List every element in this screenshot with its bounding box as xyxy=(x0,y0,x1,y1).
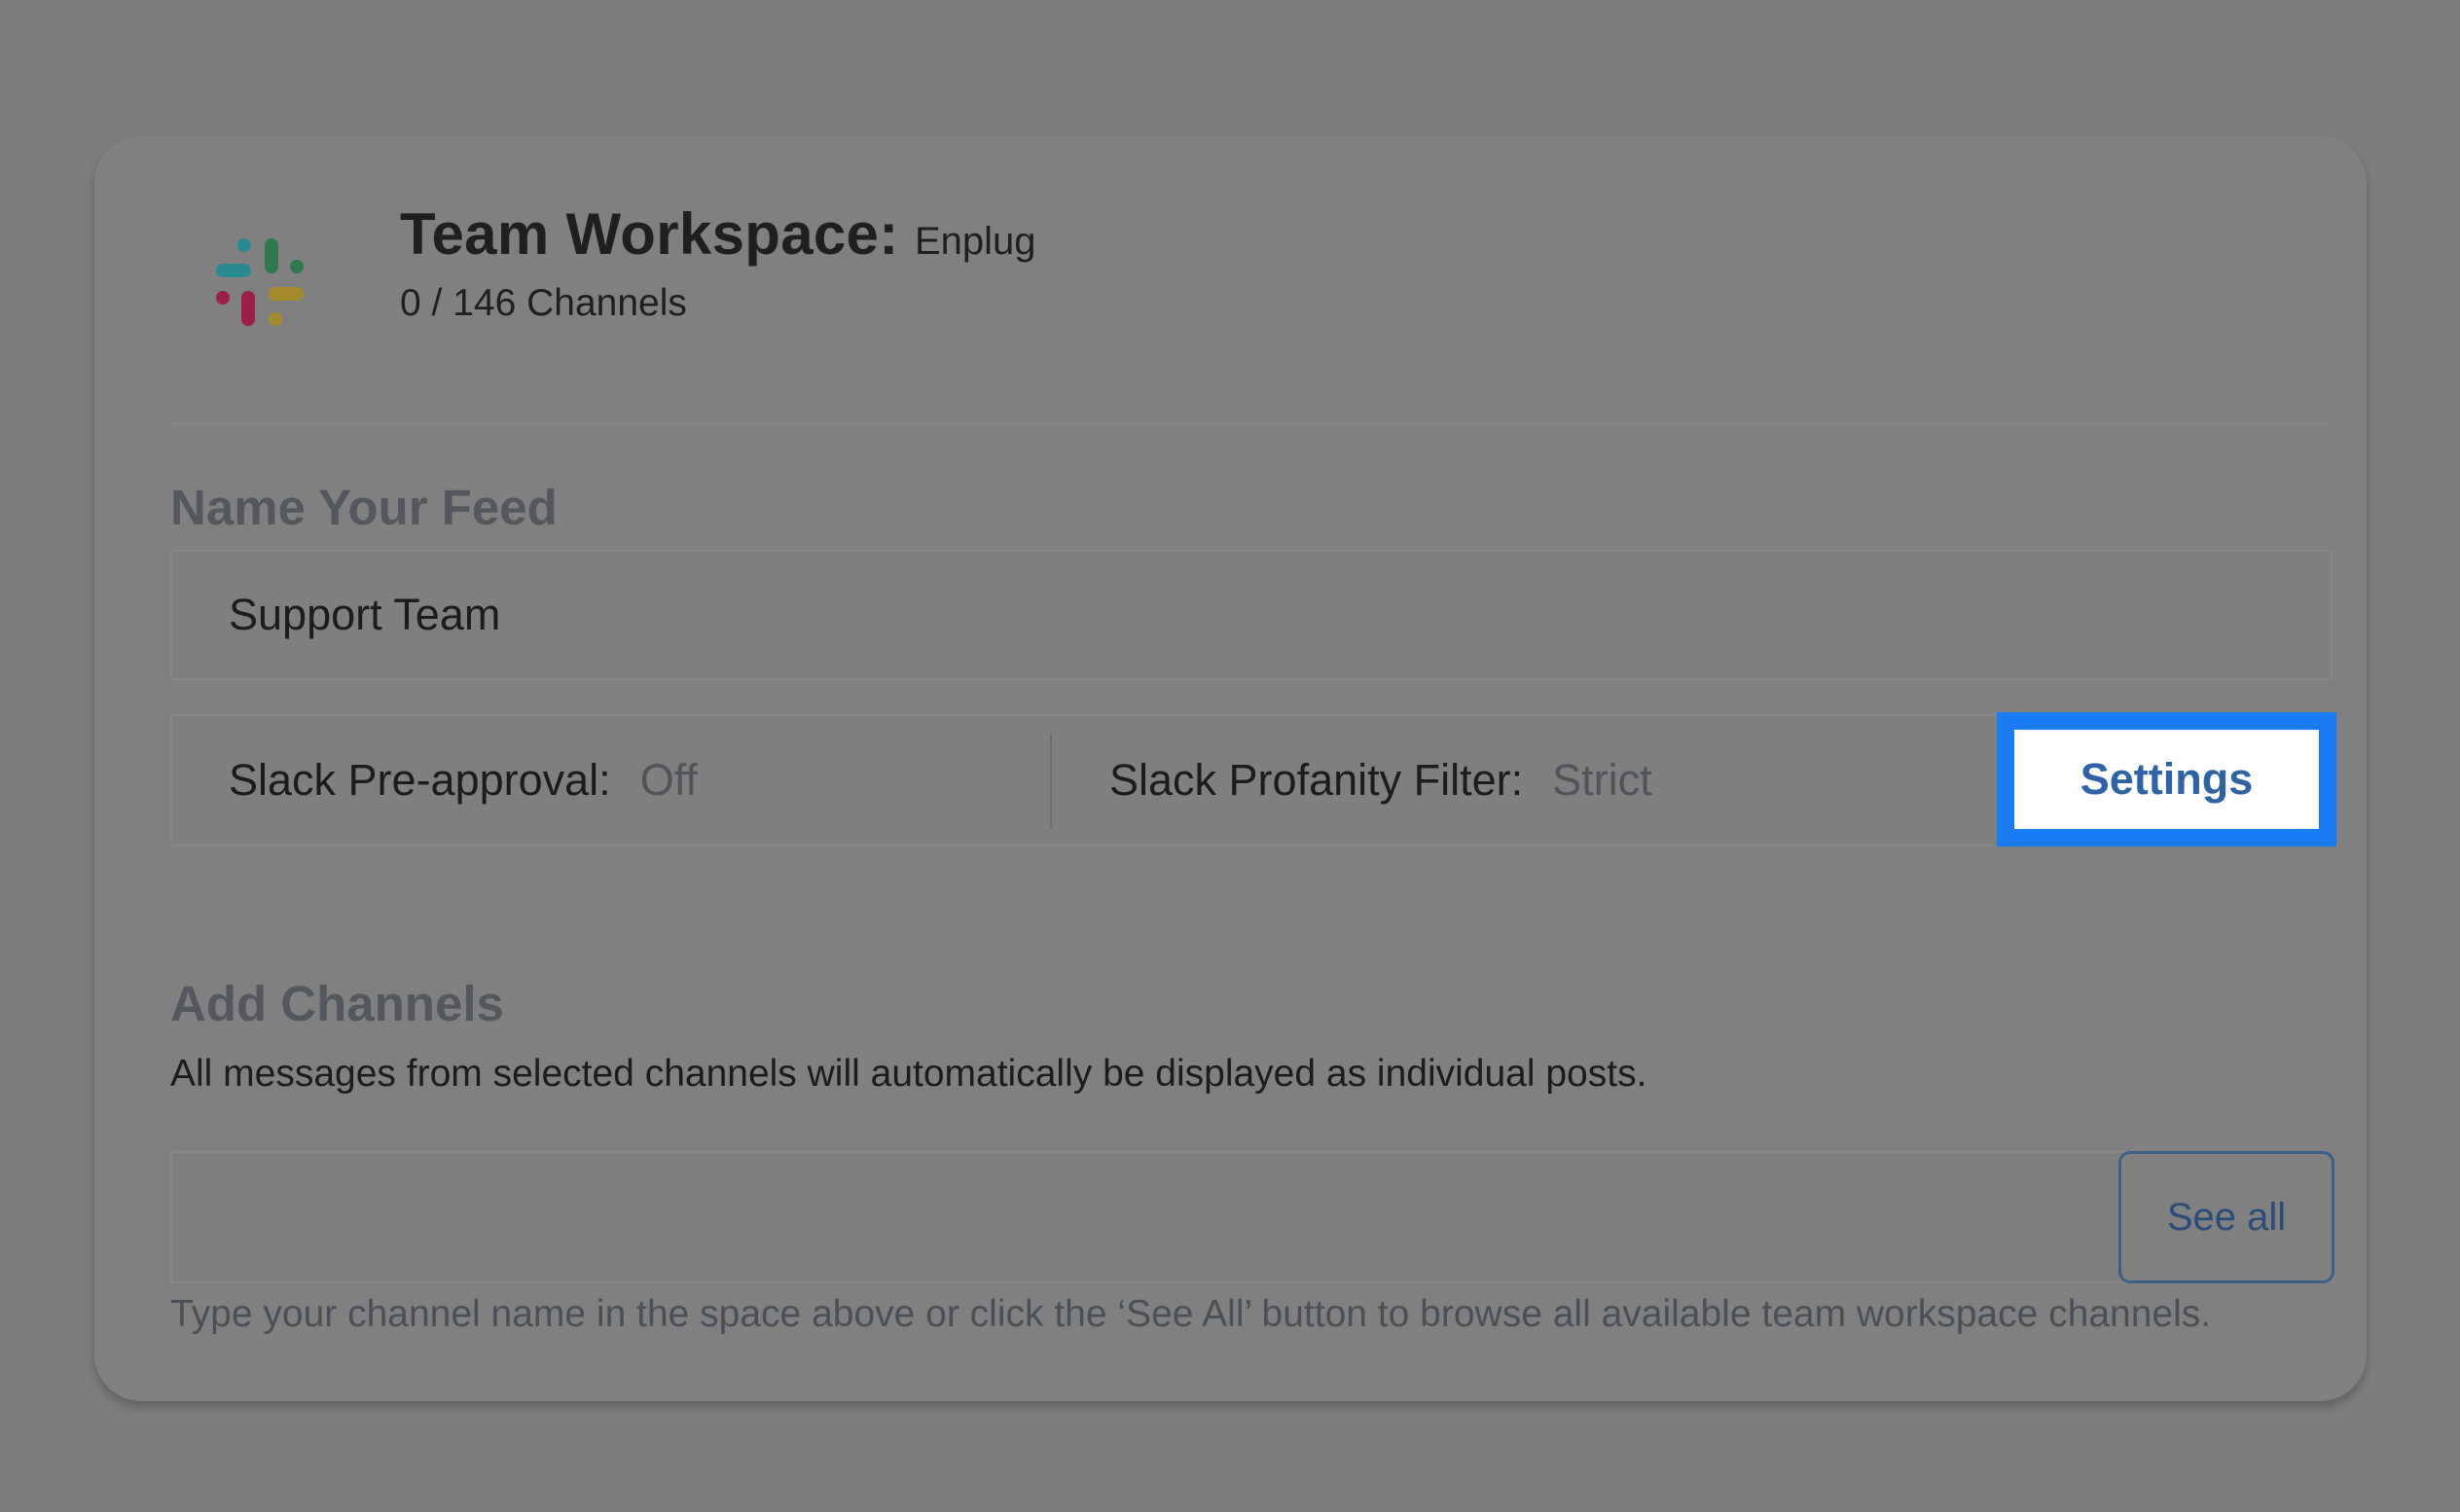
preapproval-value: Off xyxy=(639,755,698,805)
settings-button-label[interactable]: Settings xyxy=(2014,730,2319,829)
add-channels-description: All messages from selected channels will… xyxy=(170,1053,1647,1095)
channel-search-input[interactable] xyxy=(170,1151,2126,1283)
feed-name-input[interactable]: Support Team xyxy=(170,550,2333,680)
profanity-filter-value: Strict xyxy=(1552,755,1652,805)
see-all-button[interactable]: See all xyxy=(2118,1151,2334,1283)
channel-count: 0 / 146 Channels xyxy=(400,282,687,324)
preapproval-setting: Slack Pre-approval: Off xyxy=(229,716,698,845)
slack-icon xyxy=(216,238,304,326)
add-channels-heading: Add Channels xyxy=(170,976,504,1031)
settings-button[interactable]: Settings xyxy=(1997,712,2336,846)
channel-search-hint: Type your channel name in the space abov… xyxy=(170,1293,2212,1335)
workspace-title: Team Workspace: Enplug xyxy=(400,200,1036,268)
feed-name-heading: Name Your Feed xyxy=(170,480,558,535)
profanity-filter-label: Slack Profanity Filter: xyxy=(1109,755,1524,805)
profanity-filter-setting: Slack Profanity Filter: Strict xyxy=(1109,716,1652,845)
header-divider xyxy=(170,422,2334,424)
settings-divider xyxy=(1050,734,1052,827)
workspace-name: Enplug xyxy=(914,220,1036,263)
workspace-label: Team Workspace: xyxy=(400,201,899,267)
slack-feed-card: Team Workspace: Enplug 0 / 146 Channels … xyxy=(94,136,2367,1401)
preapproval-label: Slack Pre-approval: xyxy=(229,755,611,805)
